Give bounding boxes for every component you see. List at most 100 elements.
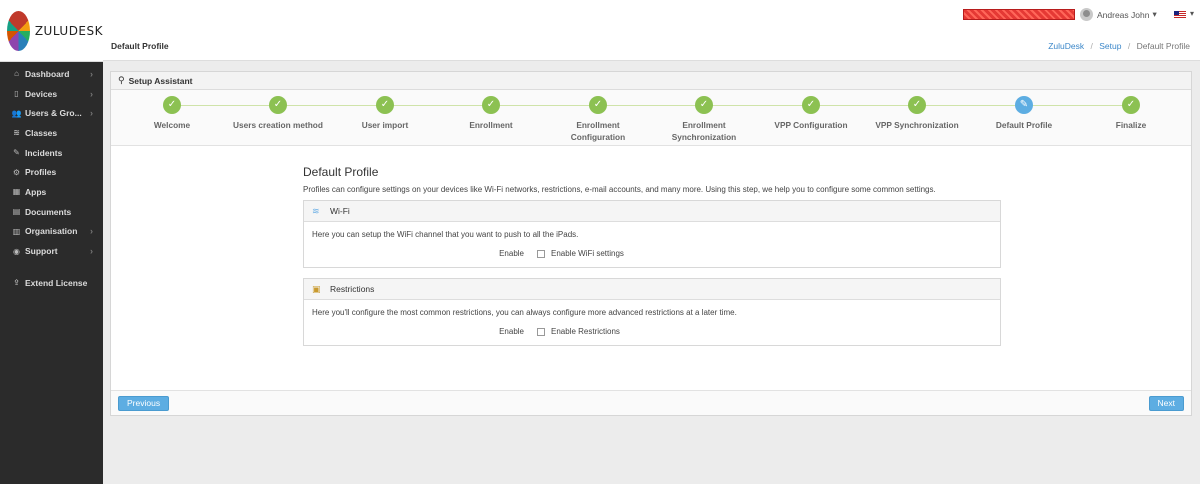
chevron-right-icon: › xyxy=(90,68,93,79)
previous-button[interactable]: Previous xyxy=(118,396,170,411)
wizard-step-label-line2: Synchronization xyxy=(671,132,737,142)
chevron-right-icon: › xyxy=(90,108,93,119)
wizard-step-label: VPP Synchronization xyxy=(862,119,972,131)
sidebar-nav: ⌂ Dashboard › ▯ Devices › 👥 Users & Gro... › ≋ Cla… xyxy=(0,62,103,293)
wizard-step-label-line1: Default Profile xyxy=(995,120,1053,130)
wifi-icon: ≋ xyxy=(312,205,320,216)
sidebar-item-label: Devices xyxy=(25,88,58,99)
enable-wifi-checkbox[interactable] xyxy=(537,249,545,258)
restrictions-title: Restrictions xyxy=(330,284,375,294)
wifi-description: Here you can setup the WiFi channel that… xyxy=(312,230,579,239)
wizard-step-label: Enrollment Synchronization xyxy=(649,119,759,143)
upload-icon: ⇪ xyxy=(13,278,20,288)
wizard-step-label-line1: Welcome xyxy=(153,120,191,130)
logo[interactable]: ZULUDESK xyxy=(0,0,103,62)
avatar xyxy=(1080,8,1093,21)
wizard-step-label-line1: Finalize xyxy=(1115,120,1147,130)
panel-header: ⚲ Setup Assistant xyxy=(111,72,1191,90)
restrictions-enable-label: Enable xyxy=(499,327,524,336)
restrictions-section-body: Here you'll configure the most common re… xyxy=(304,300,1000,345)
sidebar-item-apps[interactable]: ▦ Apps xyxy=(0,182,103,202)
us-flag-icon[interactable] xyxy=(1174,11,1186,19)
documents-icon: ▤ xyxy=(12,207,21,217)
logo-text: ZULUDESK xyxy=(34,23,103,38)
sidebar-item-profiles[interactable]: ⚙ Profiles xyxy=(0,162,103,182)
top-bar: Andreas John ▾ ▾ xyxy=(103,0,1200,31)
wizard-step-label: Default Profile xyxy=(969,119,1079,131)
wizard-step-5: ✓ Enrollment Configuration xyxy=(543,96,653,143)
wizard-step-1: ✓ Welcome xyxy=(117,96,227,131)
wifi-section-header: ≋ Wi-Fi xyxy=(304,201,1000,222)
restrictions-enable-row: Enable Enable Restrictions xyxy=(312,327,992,336)
sidebar-item-organisation[interactable]: ▥ Organisation › xyxy=(0,222,103,242)
breadcrumb-separator: / xyxy=(1127,41,1131,51)
sidebar-item-label: Dashboard xyxy=(25,68,70,79)
checkmark-icon: ✓ xyxy=(163,96,181,114)
panel-title: Setup Assistant xyxy=(128,75,193,86)
sidebar-separator xyxy=(0,261,103,273)
sidebar-item-devices[interactable]: ▯ Devices › xyxy=(0,84,103,104)
wizard-step-label-line1: Users creation method xyxy=(233,120,323,130)
support-icon: ◉ xyxy=(13,246,20,256)
wizard-step-label-line1: VPP Synchronization xyxy=(875,120,959,130)
breadcrumb-zuludesk-link[interactable]: ZuluDesk xyxy=(1048,41,1084,51)
sidebar-item-support[interactable]: ◉ Support › xyxy=(0,241,103,261)
wrench-icon: ✎ xyxy=(13,148,20,158)
page-header: Default Profile ZuluDesk / Setup / Defau… xyxy=(103,31,1200,61)
user-menu[interactable]: Andreas John ▾ xyxy=(1080,8,1157,21)
sidebar-item-documents[interactable]: ▤ Documents xyxy=(0,202,103,222)
sidebar: ZULUDESK ⌂ Dashboard › ▯ Devices › 👥 Users & Gr… xyxy=(0,0,103,484)
enable-restrictions-checkbox-label[interactable]: Enable Restrictions xyxy=(551,327,620,336)
home-icon: ⌂ xyxy=(14,69,19,79)
sidebar-item-label: Support xyxy=(25,246,58,257)
content-title: Default Profile xyxy=(303,165,379,179)
restrictions-description: Here you'll configure the most common re… xyxy=(312,308,737,317)
wrench-icon: ⚲ xyxy=(118,75,125,85)
wizard-step-4: ✓ Enrollment xyxy=(436,96,546,131)
sidebar-item-classes[interactable]: ≋ Classes xyxy=(0,123,103,143)
apps-icon: ▦ xyxy=(12,187,21,197)
checkmark-icon: ✓ xyxy=(802,96,820,114)
next-button[interactable]: Next xyxy=(1148,396,1184,411)
checkmark-icon: ✓ xyxy=(908,96,926,114)
lock-icon: ▣ xyxy=(312,283,321,294)
wizard-step-label: Welcome xyxy=(117,119,227,131)
setup-assistant-panel: ⚲ Setup Assistant ✓ Welcome ✓ Users creatio… xyxy=(110,71,1192,416)
chevron-down-icon: ▾ xyxy=(1152,9,1157,19)
chevron-right-icon: › xyxy=(90,88,93,99)
breadcrumb-separator: / xyxy=(1090,41,1093,51)
checkmark-icon: ✓ xyxy=(376,96,394,114)
sidebar-item-label: Users & Gro... xyxy=(25,108,82,119)
users-icon: 👥 xyxy=(11,108,22,118)
content-description: Profiles can configure settings on your … xyxy=(303,185,936,194)
sidebar-item-incidents[interactable]: ✎ Incidents xyxy=(0,143,103,163)
redacted-account-info xyxy=(963,9,1075,20)
wizard-step-label-line1: User import xyxy=(361,120,409,130)
checkmark-icon: ✓ xyxy=(695,96,713,114)
sidebar-item-users-gro[interactable]: 👥 Users & Gro... › xyxy=(0,103,103,123)
sidebar-item-dashboard[interactable]: ⌂ Dashboard › xyxy=(0,64,103,84)
default-profile-content: Default Profile Profiles can configure s… xyxy=(303,165,1001,356)
sidebar-item-label: Incidents xyxy=(25,147,63,158)
chevron-down-icon[interactable]: ▾ xyxy=(1190,9,1194,18)
chevron-right-icon: › xyxy=(90,226,93,237)
wifi-section: ≋ Wi-Fi Here you can setup the WiFi chan… xyxy=(303,200,1001,268)
breadcrumb-setup-link[interactable]: Setup xyxy=(1099,41,1121,51)
breadcrumb: ZuluDesk / Setup / Default Profile xyxy=(1048,41,1190,51)
user-name: Andreas John xyxy=(1097,9,1150,20)
enable-wifi-checkbox-label[interactable]: Enable WiFi settings xyxy=(551,249,624,258)
restrictions-section: ▣ Restrictions Here you'll configure the… xyxy=(303,278,1001,346)
restrictions-section-header: ▣ Restrictions xyxy=(304,279,1000,300)
checkmark-icon: ✓ xyxy=(482,96,500,114)
gears-icon: ⚙ xyxy=(12,167,21,177)
sidebar-item-label: Classes xyxy=(25,127,58,138)
page-title: Default Profile xyxy=(111,41,169,51)
wizard-step-label-line2: Configuration xyxy=(570,132,626,142)
sidebar-item-label: Profiles xyxy=(25,167,57,178)
wizard-step-label: Enrollment xyxy=(436,119,546,131)
enable-restrictions-checkbox[interactable] xyxy=(537,327,545,336)
wizard-step-8: ✓ VPP Synchronization xyxy=(862,96,972,131)
wizard-steps: ✓ Welcome ✓ Users creation method ✓ User impo… xyxy=(111,90,1191,146)
wizard-step-9: ✎ Default Profile xyxy=(969,96,1079,131)
sidebar-item-extend-license[interactable]: ⇪ Extend License xyxy=(0,273,103,293)
